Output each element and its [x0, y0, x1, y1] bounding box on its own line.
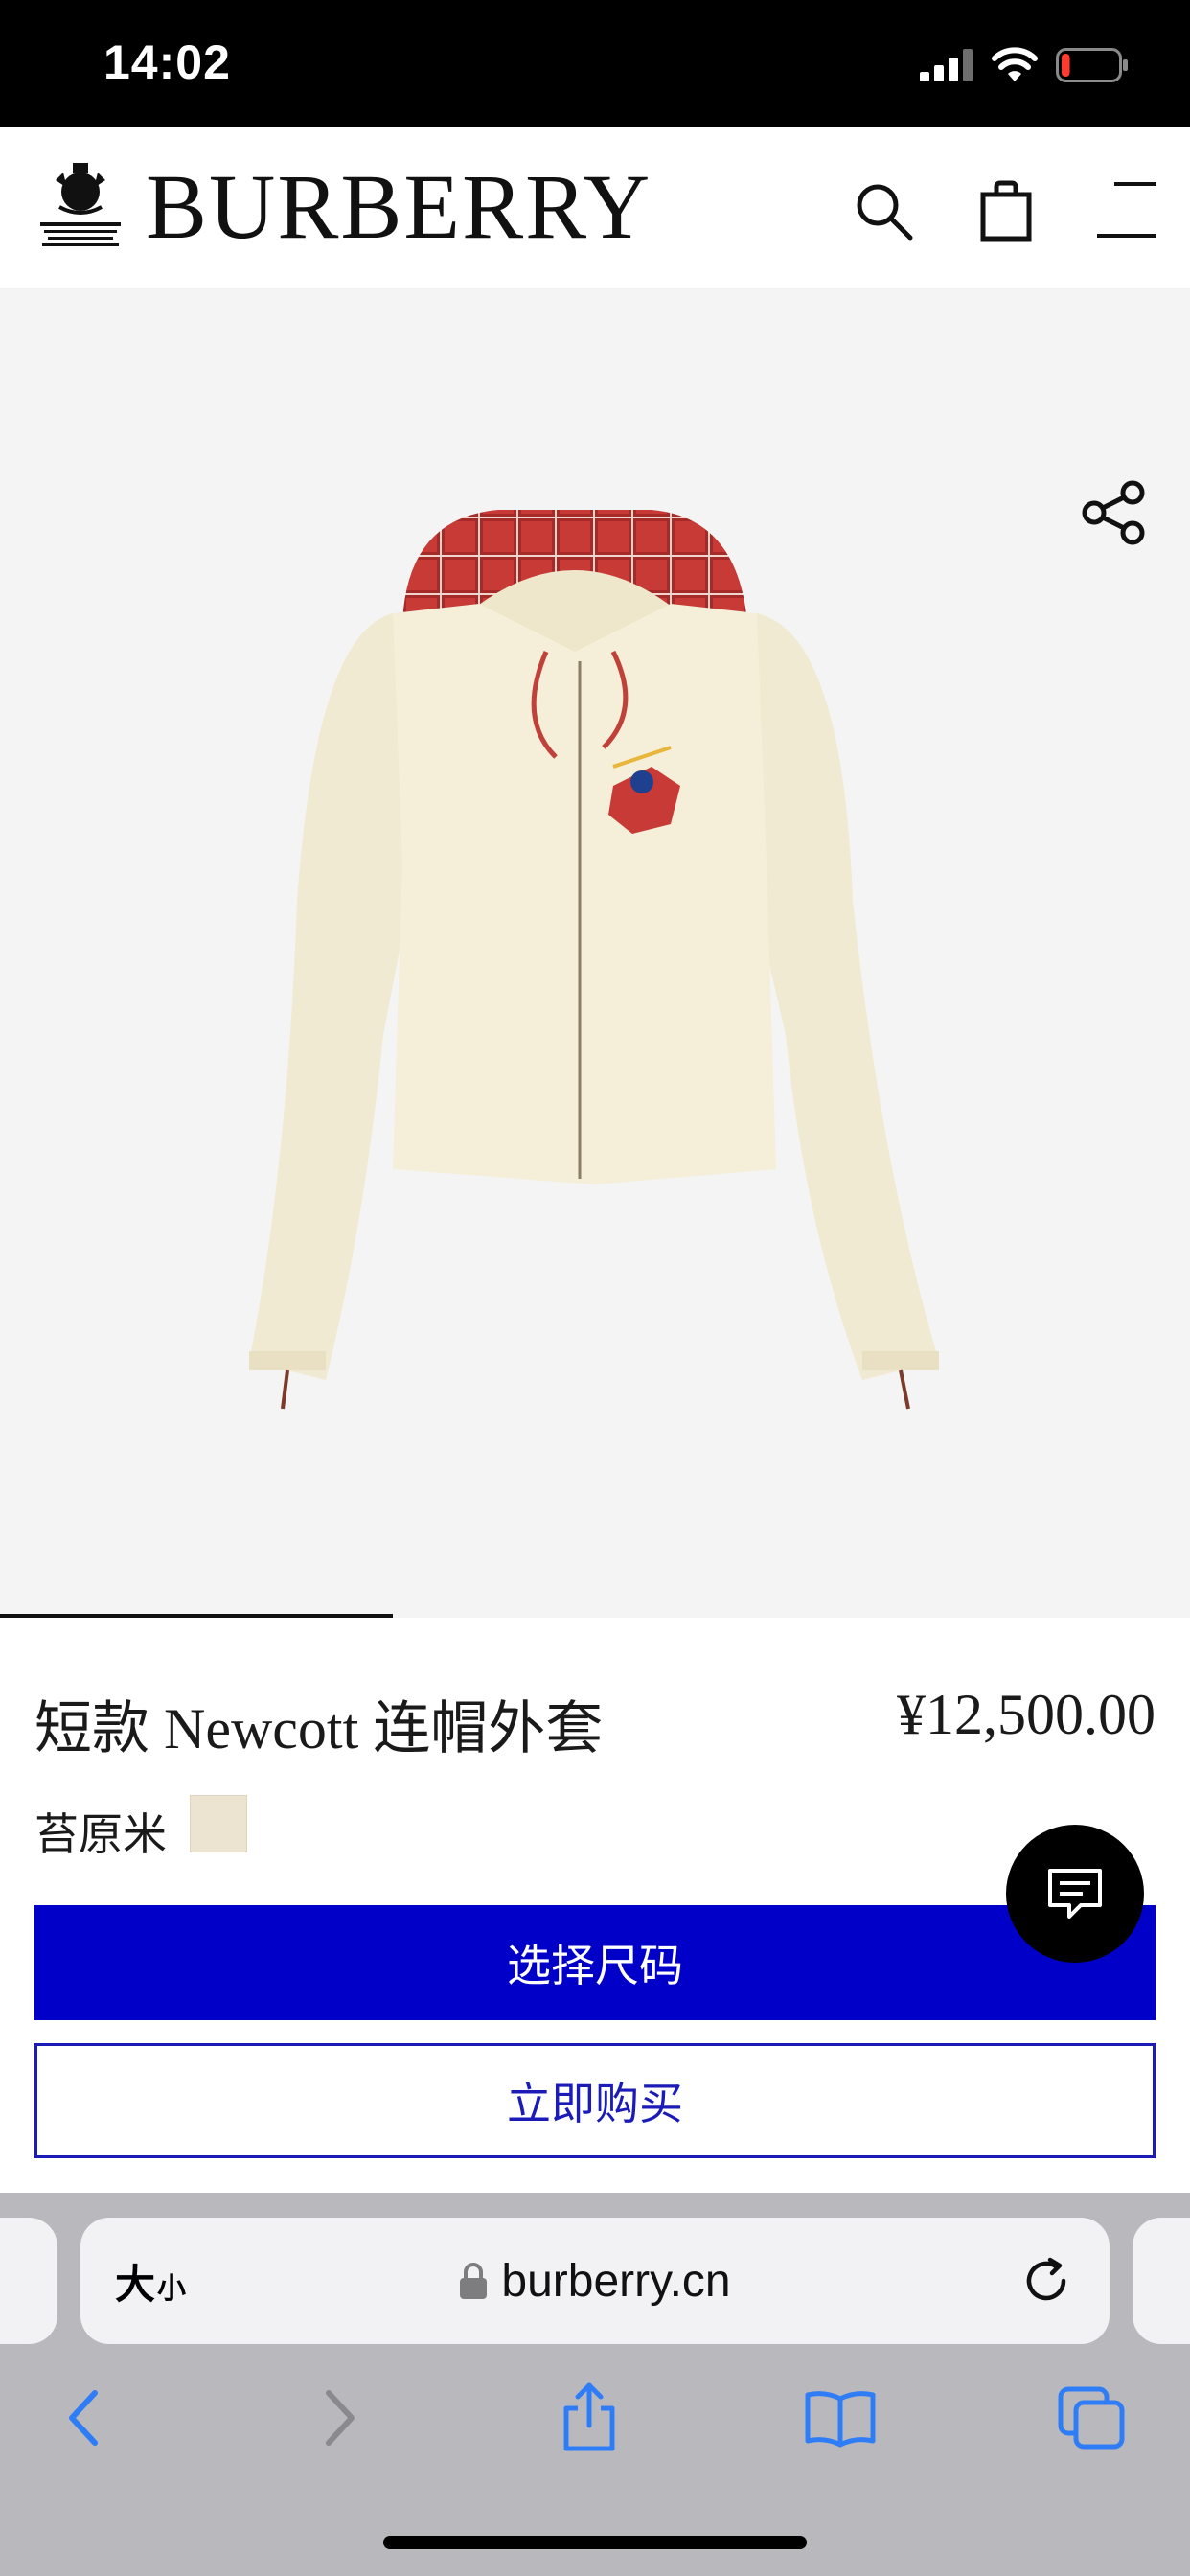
search-icon — [857, 184, 913, 241]
shopping-bag-icon — [980, 180, 1032, 242]
share-icon[interactable] — [1081, 479, 1148, 546]
carousel-progress — [0, 1614, 1190, 1618]
select-size-button[interactable]: 选择尺码 — [34, 1905, 1156, 2020]
site-header: BURBERRY — [0, 126, 1190, 288]
url-display: burberry.cn — [80, 2218, 1110, 2344]
color-swatch[interactable] — [190, 1795, 247, 1852]
status-bar: 14:02 — [0, 0, 1190, 126]
url-text: burberry.cn — [501, 2255, 731, 2307]
product-image-carousel[interactable] — [0, 288, 1190, 1618]
carousel-progress-indicator — [0, 1614, 393, 1618]
bookmarks-button[interactable] — [797, 2375, 883, 2461]
bookmarks-icon — [805, 2391, 876, 2448]
buy-now-button[interactable]: 立即购买 — [34, 2043, 1156, 2158]
back-button[interactable] — [40, 2375, 126, 2461]
browser-toolbar: 大 小 burberry.cn — [0, 2193, 1190, 2576]
back-icon — [69, 2390, 98, 2446]
menu-icon — [1097, 182, 1156, 238]
royal-warrant-crest-icon — [40, 163, 121, 246]
next-tab-preview[interactable] — [1133, 2218, 1190, 2344]
chat-icon — [1048, 1869, 1102, 1919]
tabs-button[interactable] — [1048, 2375, 1134, 2461]
product-price: ¥12,500.00 — [897, 1683, 1156, 1746]
product-name: 短款 Newcott 连帽外套 — [34, 1697, 604, 1760]
tabs-icon — [1058, 2386, 1125, 2450]
status-time: 14:02 — [103, 35, 231, 89]
product-color-name: 苔原米 — [34, 1809, 167, 1859]
search-button[interactable] — [847, 174, 920, 247]
forward-button[interactable] — [297, 2375, 383, 2461]
status-icons — [920, 44, 1129, 86]
product-jacket-image — [249, 510, 939, 1410]
shopping-bag-button[interactable] — [970, 174, 1042, 247]
brand-logo[interactable]: BURBERRY — [146, 159, 652, 255]
share-page-button[interactable] — [546, 2375, 632, 2461]
menu-button[interactable] — [1090, 174, 1163, 247]
lock-icon — [460, 2263, 488, 2299]
share-icon — [563, 2382, 615, 2451]
forward-icon — [326, 2390, 355, 2446]
reload-icon[interactable] — [1018, 2252, 1075, 2310]
address-bar[interactable]: 大 小 burberry.cn — [80, 2218, 1110, 2344]
chat-button[interactable] — [1006, 1825, 1144, 1963]
previous-tab-preview[interactable] — [0, 2218, 57, 2344]
battery-icon — [1056, 48, 1128, 82]
cellular-signal-icon — [920, 49, 973, 81]
home-indicator — [383, 2536, 807, 2549]
wifi-icon — [992, 47, 1038, 81]
